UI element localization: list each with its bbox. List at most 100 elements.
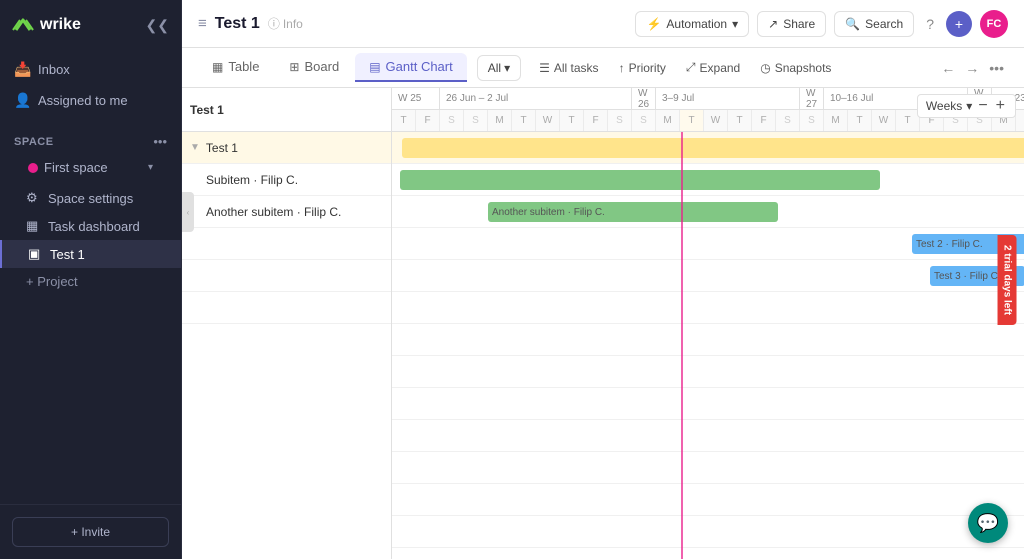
sidebar-item-space-settings[interactable]: ⚙ Space settings bbox=[0, 184, 181, 212]
zoom-out-btn[interactable]: − bbox=[976, 97, 989, 115]
invite-button[interactable]: + Invite bbox=[12, 517, 169, 547]
day-cell: M bbox=[656, 110, 680, 131]
gantt-container: Test 1 ‹ ▼ Test 1 Subitem · Filip C. Ano… bbox=[182, 88, 1024, 559]
topbar-right: ⚡ Automation ▾ ↗ Share 🔍 Search ? + FC bbox=[635, 10, 1008, 38]
gantt-row-empty-4 bbox=[392, 420, 1024, 452]
inbox-icon: 📥 bbox=[14, 61, 30, 78]
topbar: ≡ Test 1 ⓘ Info ⚡ Automation ▾ ↗ Share 🔍… bbox=[182, 0, 1024, 48]
gantt-row-empty-5 bbox=[392, 452, 1024, 484]
toolbar-nav: ← → ••• bbox=[937, 56, 1008, 80]
day-cell-weekend: S bbox=[632, 110, 656, 131]
sidebar-item-inbox[interactable]: 📥 Inbox bbox=[0, 54, 181, 85]
snapshots-btn[interactable]: ◷ Snapshots bbox=[752, 57, 839, 79]
gantt-collapse-handle[interactable]: ‹ bbox=[182, 192, 194, 232]
day-cell: W bbox=[872, 110, 896, 131]
bar-test2-label: Test 2 · Filip C. bbox=[912, 239, 983, 250]
space-section-title: Space bbox=[14, 136, 54, 148]
add-button[interactable]: + bbox=[946, 11, 972, 37]
task-label-subitem1: Subitem · Filip C. bbox=[206, 173, 298, 187]
automation-button[interactable]: ⚡ Automation ▾ bbox=[635, 11, 749, 37]
priority-btn[interactable]: ↑ Priority bbox=[611, 57, 674, 79]
search-button[interactable]: 🔍 Search bbox=[834, 11, 914, 37]
gantt-row-test1 bbox=[392, 132, 1024, 164]
tab-gantt[interactable]: ▤ Gantt Chart bbox=[355, 53, 467, 82]
sidebar-item-task-dashboard[interactable]: ▦ Task dashboard bbox=[0, 212, 181, 240]
day-cell: W bbox=[536, 110, 560, 131]
sidebar-collapse-btn[interactable]: ❮❮ bbox=[146, 17, 169, 34]
day-cell: T bbox=[728, 110, 752, 131]
week-w25: W 25 bbox=[392, 88, 440, 109]
add-icon: + bbox=[955, 16, 963, 32]
gantt-icon: ▤ bbox=[369, 60, 380, 74]
share-icon: ↗ bbox=[768, 17, 778, 31]
day-cell-today: T bbox=[680, 110, 704, 131]
sidebar-item-assigned[interactable]: 👤 Assigned to me bbox=[0, 85, 181, 116]
settings-icon: ⚙ bbox=[26, 190, 40, 206]
logo-text: wrike bbox=[40, 16, 81, 34]
share-button[interactable]: ↗ Share bbox=[757, 11, 826, 37]
test1-icon: ▣ bbox=[28, 246, 42, 262]
trial-badge[interactable]: 2 trial days left bbox=[997, 234, 1016, 324]
all-tasks-icon: ☰ bbox=[539, 61, 550, 75]
sidebar-footer: + Invite bbox=[0, 504, 181, 559]
search-icon: 🔍 bbox=[845, 17, 860, 31]
task-dashboard-label: Task dashboard bbox=[48, 219, 140, 234]
snapshots-label: Snapshots bbox=[775, 61, 832, 75]
gantt-row-test3: Test 3 · Filip C. bbox=[392, 260, 1024, 292]
search-label: Search bbox=[865, 17, 903, 31]
gantt-rows: Another subitem · Filip C. Test 2 · Fili… bbox=[392, 132, 1024, 559]
gantt-bar-test1[interactable] bbox=[402, 138, 1024, 158]
gantt-bar-another-subitem[interactable]: Another subitem · Filip C. bbox=[488, 202, 778, 222]
week-w26: W 26 bbox=[632, 88, 656, 109]
user-avatar[interactable]: FC bbox=[980, 10, 1008, 38]
add-project-label: + Project bbox=[26, 274, 78, 289]
tab-board[interactable]: ⊞ Board bbox=[275, 53, 353, 82]
task-row-name-test3 bbox=[182, 260, 391, 292]
zoom-in-btn[interactable]: + bbox=[994, 97, 1007, 115]
gantt-scroll-area[interactable]: Weeks ▾ − + W 25 26 Jun – 2 Jul W 26 3–9… bbox=[392, 88, 1024, 559]
page-icon: ≡ bbox=[198, 15, 207, 32]
tab-all-chevron: ▾ bbox=[504, 61, 510, 75]
gantt-row-empty-3 bbox=[392, 388, 1024, 420]
sidebar: wrike ❮❮ 📥 Inbox 👤 Assigned to me Space … bbox=[0, 0, 182, 559]
help-button[interactable]: ? bbox=[922, 12, 938, 36]
invite-label: + Invite bbox=[71, 525, 110, 539]
day-cell: T bbox=[848, 110, 872, 131]
expand-icon-test1[interactable]: ▼ bbox=[190, 142, 200, 153]
gantt-label: Gantt Chart bbox=[386, 59, 453, 74]
sidebar-item-test1[interactable]: ▣ Test 1 bbox=[0, 240, 181, 268]
tab-all-label: All bbox=[488, 61, 501, 75]
chat-fab[interactable]: 💬 bbox=[968, 503, 1008, 543]
info-button[interactable]: ⓘ Info bbox=[268, 15, 303, 32]
today-line bbox=[681, 132, 683, 559]
tab-table[interactable]: ▦ Table bbox=[198, 53, 273, 82]
all-tasks-btn[interactable]: ☰ All tasks bbox=[531, 57, 606, 79]
bar-test3-label: Test 3 · Filip C. bbox=[930, 271, 1001, 282]
space-section-more[interactable]: ••• bbox=[153, 134, 167, 149]
day-cell: M bbox=[824, 110, 848, 131]
task-row-name-test4 bbox=[182, 292, 391, 324]
day-cell: T bbox=[392, 110, 416, 131]
expand-btn[interactable]: ⤢ Expand bbox=[678, 56, 748, 79]
chat-icon: 💬 bbox=[977, 513, 999, 534]
nav-back-btn[interactable]: ← bbox=[937, 56, 959, 80]
priority-label: Priority bbox=[629, 61, 666, 75]
dashboard-icon: ▦ bbox=[26, 218, 40, 234]
first-space-item[interactable]: First space ▾ bbox=[14, 155, 167, 180]
page-title: Test 1 bbox=[215, 15, 260, 33]
sidebar-sub-items: ⚙ Space settings ▦ Task dashboard ▣ Test… bbox=[0, 184, 181, 295]
nav-forward-btn[interactable]: → bbox=[961, 56, 983, 80]
help-icon: ? bbox=[926, 16, 934, 32]
gantt-bar-subitem1[interactable] bbox=[400, 170, 880, 190]
gantt-row-subitem1 bbox=[392, 164, 1024, 196]
weeks-label: Weeks bbox=[926, 99, 962, 113]
space-dot bbox=[28, 163, 38, 173]
tab-all-dropdown[interactable]: All ▾ bbox=[477, 55, 521, 81]
gantt-row-empty-2 bbox=[392, 356, 1024, 388]
main-content: ≡ Test 1 ⓘ Info ⚡ Automation ▾ ↗ Share 🔍… bbox=[182, 0, 1024, 559]
toolbar-more-btn[interactable]: ••• bbox=[985, 56, 1008, 80]
space-chevron-icon: ▾ bbox=[148, 162, 153, 173]
add-project-btn[interactable]: + Project bbox=[0, 268, 181, 295]
day-cell: T bbox=[1016, 110, 1024, 131]
day-cell: M bbox=[488, 110, 512, 131]
